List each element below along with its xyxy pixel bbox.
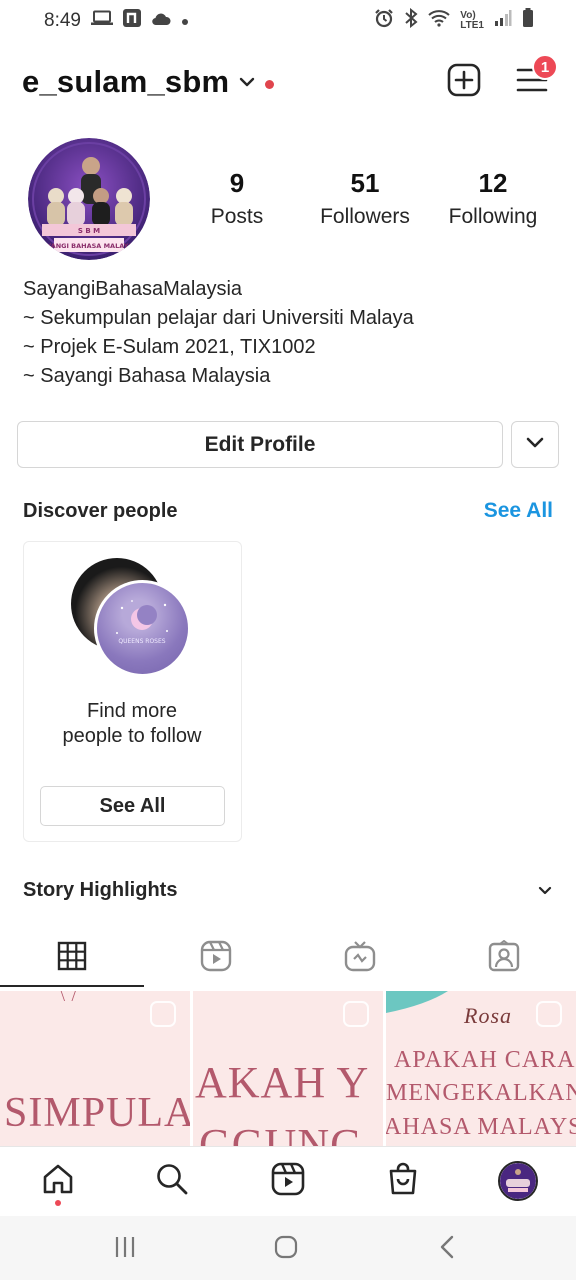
home-system-button[interactable] [271,1234,301,1264]
shopping-bag-icon [386,1162,420,1201]
dot-icon [181,10,189,32]
find-people-card: QUEENS ROSES Find more people to follow … [23,541,242,842]
bio-line: ~ Projek E-Sulam 2021, TIX1002 [23,336,316,358]
battery-icon [522,8,534,34]
volte-line2: LTE1 [460,20,484,31]
bio-line: ~ Sayangi Bahasa Malaysia [23,365,271,387]
profile-avatar[interactable]: S B M SAYANGI BAHASA MALAYSIA [28,138,150,260]
recent-apps-icon [113,1236,137,1263]
status-bar-left: 8:49 [44,9,189,33]
avatar-caption-top: S B M [78,227,100,235]
nav-search[interactable] [152,1161,192,1201]
chevron-down-icon [526,436,544,454]
reels-icon [200,940,232,977]
story-highlights-title[interactable]: Story Highlights [23,879,177,902]
igtv-icon [344,940,376,977]
bio-name: SayangiBahasaMalaysia [23,278,243,300]
following-count[interactable]: 12 Following [428,168,558,229]
post-thumbnail[interactable]: \ / SIMPULA [0,991,190,1146]
cloud-icon [151,10,171,32]
plus-square-icon [447,63,481,102]
volte-icon: Vo) LTE1 [460,11,484,31]
post-text: AHASA MALAYSI [386,1114,576,1140]
stat-label: Posts [210,205,264,228]
chevron-down-icon[interactable] [239,74,255,90]
home-icon [41,1162,75,1201]
posts-count[interactable]: 9 Posts [172,168,302,229]
chevron-down-icon[interactable] [537,883,553,899]
discover-see-all-link[interactable]: See All [484,499,553,523]
post-thumbnail[interactable]: Rosa APAKAH CARA MENGEKALKAN AHASA MALAY… [386,991,576,1146]
signal-icon [494,9,512,33]
stat-value: 51 [350,168,380,198]
profile-avatar-small [498,1161,538,1201]
profile-header: e_sulam_sbm [0,52,576,112]
create-post-button[interactable] [446,63,482,102]
reels-badge-icon [150,1001,176,1027]
tab-igtv[interactable] [288,930,432,986]
tab-posts-grid[interactable] [0,930,144,986]
reels-icon [271,1162,305,1201]
find-people-line2: people to follow [62,725,202,747]
avatar-caption: SAYANGI BAHASA MALAYSIA [38,242,141,250]
back-system-button[interactable] [432,1234,462,1264]
stat-label: Following [448,205,538,228]
suggested-avatar-front: QUEENS ROSES [94,580,191,677]
discover-people-toggle-button[interactable] [511,421,559,468]
find-people-line1: Find more [86,700,178,722]
post-text: SIMPULA [4,1090,190,1136]
posts-grid: \ / SIMPULA AKAH Y GGUNG Rosa APAKAH CAR… [0,991,576,1146]
grid-icon [57,941,87,976]
tab-reels[interactable] [144,930,288,986]
nav-shop[interactable] [383,1161,423,1201]
stat-value: 9 [229,168,245,198]
post-text: MENGEKALKAN [386,1080,576,1106]
back-arrow-icon [439,1235,455,1264]
stat-label: Followers [320,205,410,228]
post-text: APAKAH CARA [394,1047,576,1073]
home-circle-icon [274,1235,298,1264]
status-bar: 8:49 Vo) LTE1 [0,0,576,42]
profile-bio: SayangiBahasaMalaysia ~ Sekumpulan pelaj… [23,275,553,391]
post-text: AKAH Y [195,1058,370,1107]
post-text: \ / [60,991,78,1005]
laptop-icon [90,10,113,32]
bio-line: ~ Sekumpulan pelajar dari Universiti Mal… [23,307,414,329]
card-see-all-button[interactable]: See All [40,786,225,826]
system-navigation-bar [0,1216,576,1280]
n-app-icon [122,9,141,33]
nav-home[interactable] [38,1161,78,1201]
nav-reels[interactable] [268,1161,308,1201]
account-switcher-username[interactable]: e_sulam_sbm [22,64,229,100]
search-icon [155,1162,189,1201]
edit-profile-button[interactable]: Edit Profile [17,421,503,468]
status-time: 8:49 [44,10,81,31]
recent-apps-button[interactable] [110,1234,140,1264]
stat-value: 12 [478,168,508,198]
post-text: GGUNG [199,1120,363,1146]
suggested-avatar-caption: QUEENS ROSES [118,638,165,645]
discover-people-title: Discover people [23,500,178,522]
post-thumbnail[interactable]: AKAH Y GGUNG [193,991,383,1146]
followers-count[interactable]: 51 Followers [300,168,430,229]
home-activity-dot [55,1200,61,1206]
reels-badge-icon [536,1001,562,1027]
bottom-navigation [0,1146,576,1216]
nav-profile[interactable] [498,1161,538,1201]
bluetooth-icon [404,7,418,34]
status-bar-right: Vo) LTE1 [374,7,534,34]
alarm-icon [374,8,394,34]
profile-tabs [0,930,576,988]
active-tab-indicator [0,985,144,987]
tagged-icon [488,939,520,977]
post-script-text: Rosa [464,1003,512,1028]
wifi-icon [428,9,450,33]
notification-dot [265,79,275,89]
reels-badge-icon [343,1001,369,1027]
menu-notification-badge: 1 [532,54,558,80]
tab-tagged[interactable] [432,930,576,986]
find-people-text: Find more people to follow [24,699,240,749]
